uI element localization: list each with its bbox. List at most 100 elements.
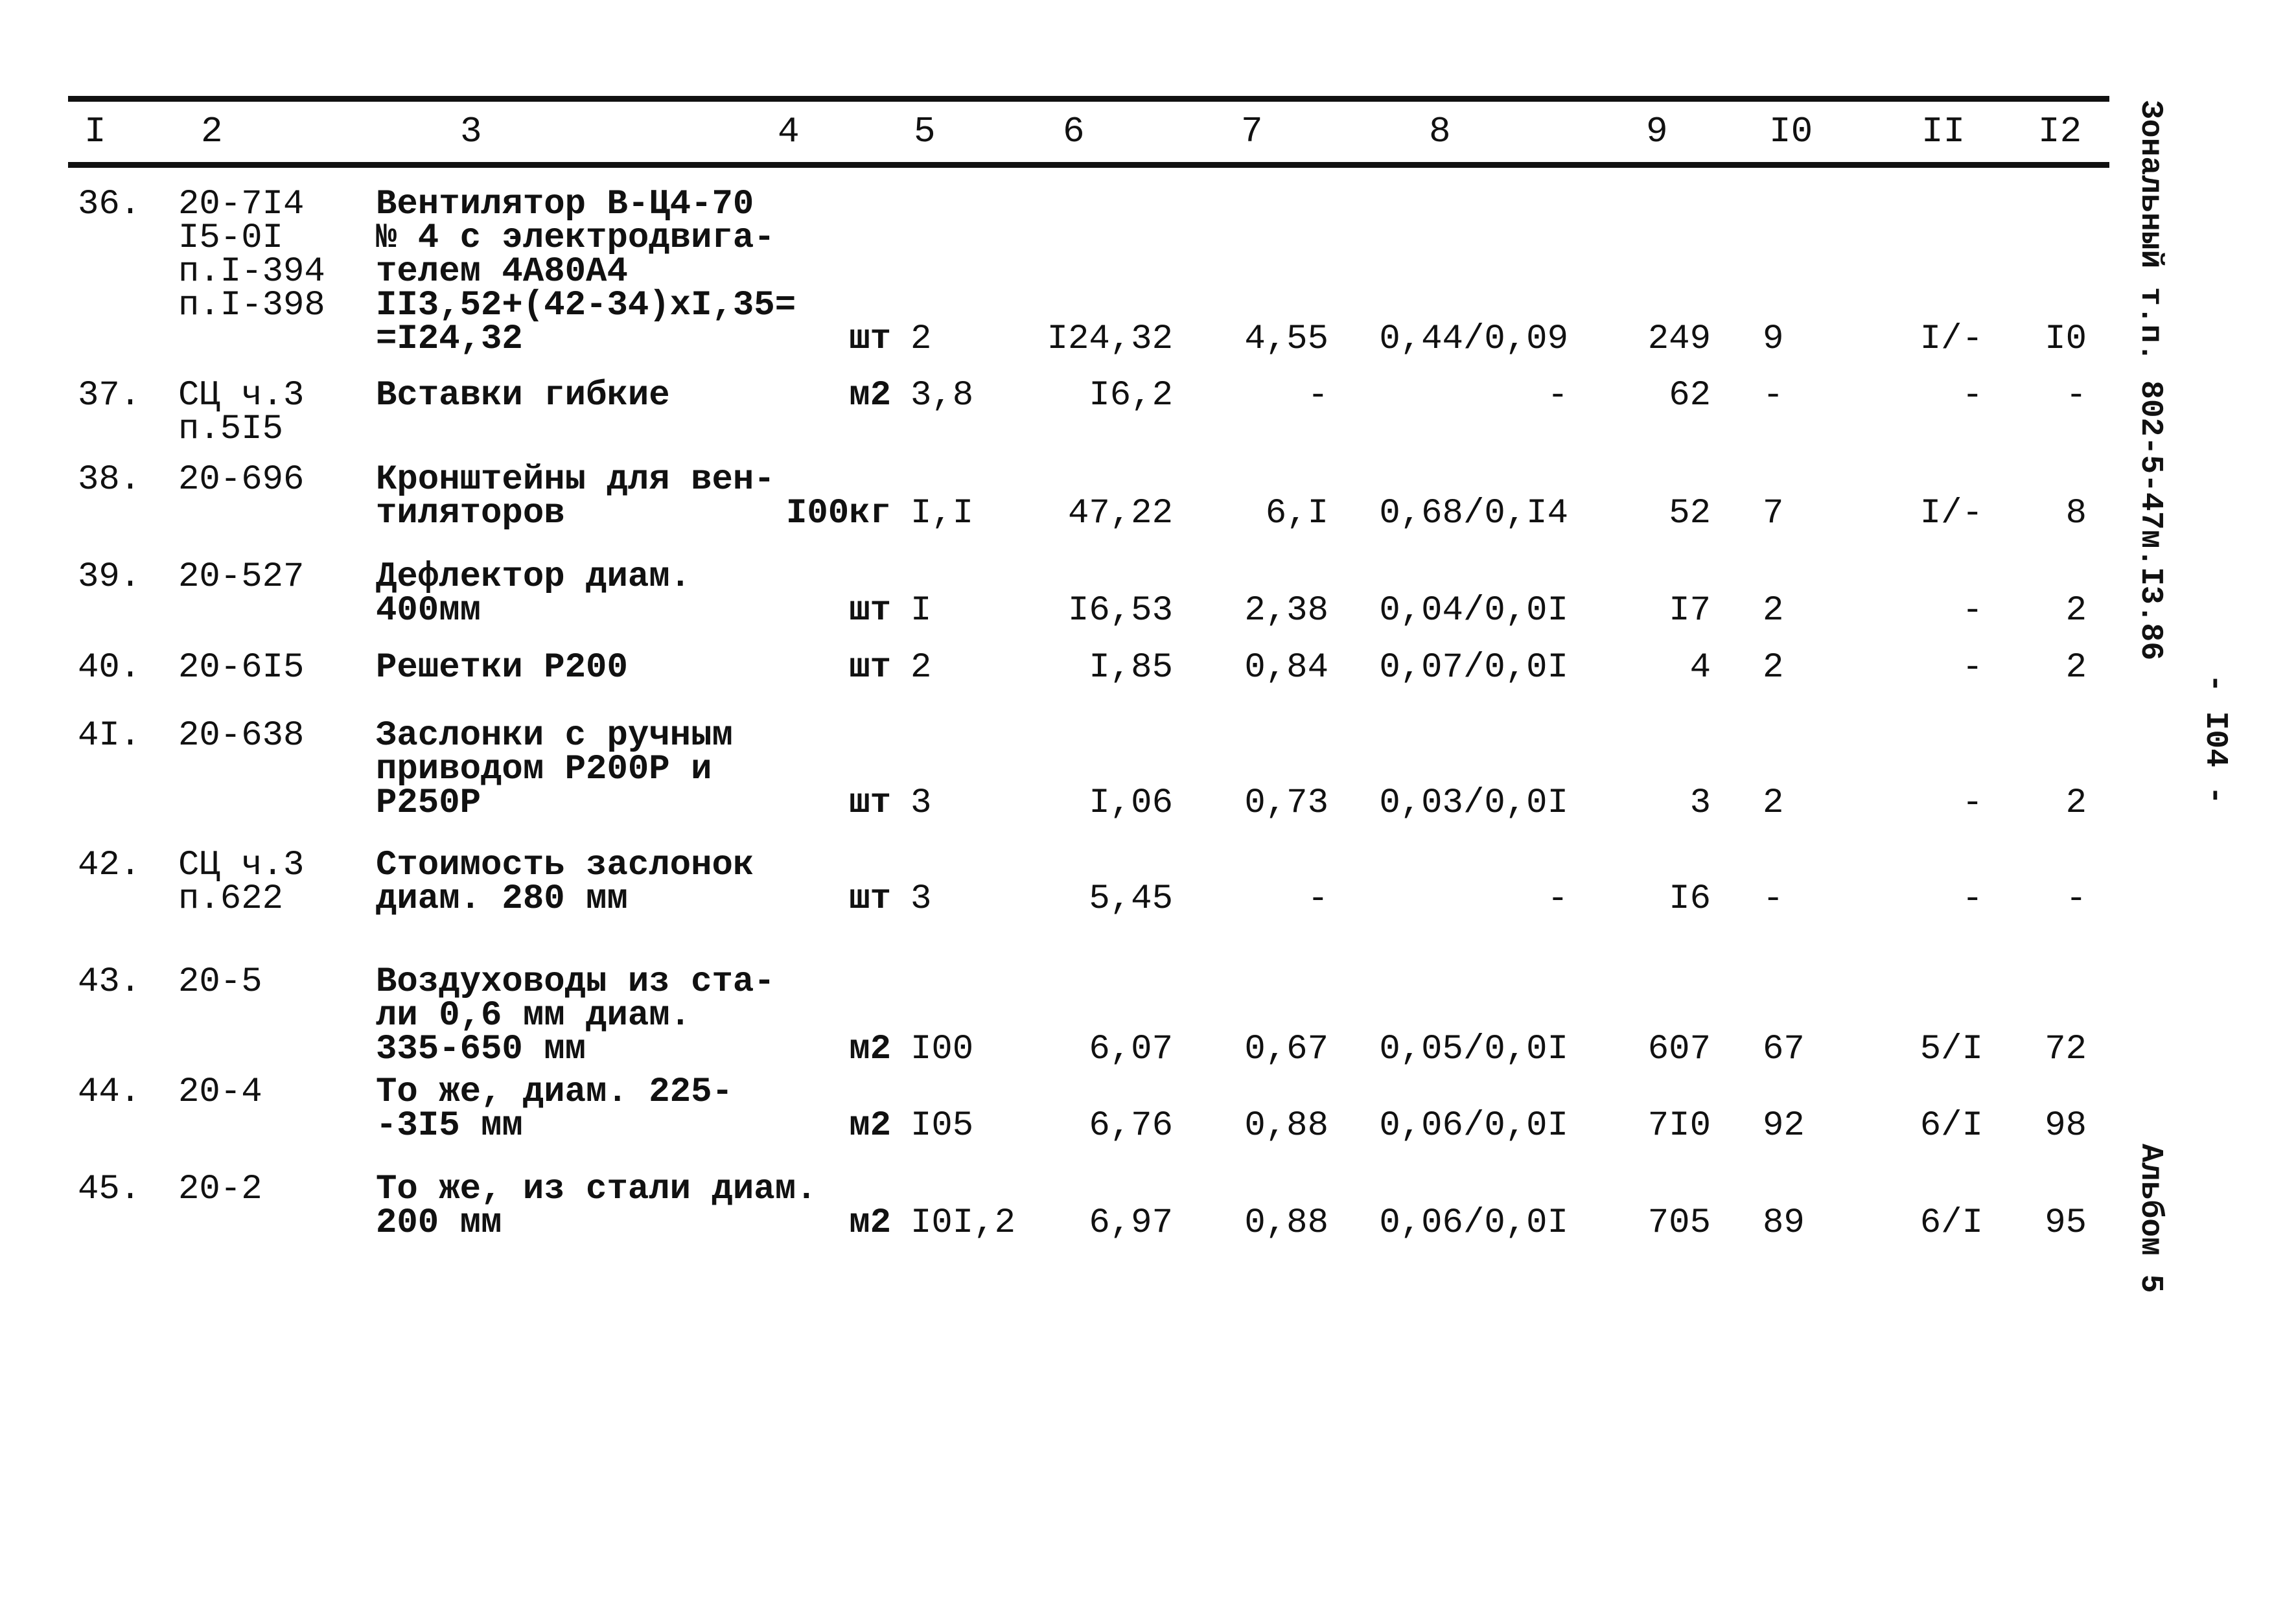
column-header: I2 <box>2038 111 2082 152</box>
norm-code: 20-7I4 I5-0I п.I-394 п.I-398 <box>178 185 325 325</box>
col-12: 2 <box>2065 783 2087 823</box>
item-description: Вставки гибкие <box>376 376 670 415</box>
column-header: I0 <box>1769 111 1813 152</box>
total-cost: 705 <box>1647 1203 1711 1243</box>
unit-cost: 6,97 <box>1089 1203 1173 1243</box>
norm-code: 20-696 <box>178 460 305 500</box>
unit: шт <box>849 783 891 823</box>
total-cost: 607 <box>1647 1030 1711 1069</box>
machine-cost: 0,05/0,0I <box>1379 1030 1568 1069</box>
total-cost: 52 <box>1669 494 1711 533</box>
row-number: 44. <box>78 1072 141 1112</box>
col-12: 2 <box>2065 648 2087 688</box>
total-machine: 5/I <box>1919 1030 1983 1069</box>
total-wages: 7 <box>1763 494 1784 533</box>
unit-cost: 5,45 <box>1089 879 1173 919</box>
document-page: I 2 3 4 5 6 7 8 9 I0 II I2 36. 20-7I4 I5-0I п.I-394 … <box>0 0 2296 1607</box>
unit: м2 <box>849 1203 891 1243</box>
col-12: I0 <box>2045 319 2087 359</box>
unit-cost: I24,32 <box>1047 319 1173 359</box>
unit-cost: 6,07 <box>1089 1030 1173 1069</box>
item-description: Решетки Р200 <box>376 648 628 688</box>
col-12: - <box>2065 879 2087 919</box>
norm-code: 20-4 <box>178 1072 262 1112</box>
header-bottom-rule <box>68 162 2109 168</box>
norm-code: 20-6I5 <box>178 648 305 688</box>
column-header: 2 <box>201 111 223 152</box>
unit: м2 <box>849 1106 891 1146</box>
wages: 0,67 <box>1244 1030 1328 1069</box>
machine-cost: 0,06/0,0I <box>1379 1106 1568 1146</box>
row-number: 45. <box>78 1170 141 1209</box>
total-cost: 3 <box>1689 783 1711 823</box>
column-header: 8 <box>1429 111 1451 152</box>
total-machine: - <box>1962 783 1983 823</box>
column-header: 3 <box>460 111 482 152</box>
norm-code: 20-5 <box>178 962 262 1002</box>
col-12: 98 <box>2045 1106 2087 1146</box>
total-machine: - <box>1962 591 1983 630</box>
total-machine: - <box>1962 376 1983 415</box>
item-description: Стоимость заслонок диам. 280 мм <box>376 846 754 919</box>
machine-cost: 0,44/0,09 <box>1379 319 1568 359</box>
total-wages: 2 <box>1763 783 1784 823</box>
total-wages: - <box>1763 376 1784 415</box>
row-number: 4I. <box>78 716 141 756</box>
wages: 4,55 <box>1244 319 1328 359</box>
column-header: II <box>1921 111 1966 152</box>
row-number: 40. <box>78 648 141 688</box>
total-cost: I7 <box>1669 591 1711 630</box>
norm-code: СЦ ч.3 п.622 <box>178 846 305 919</box>
total-cost: 4 <box>1689 648 1711 688</box>
row-number: 36. <box>78 185 141 224</box>
total-machine: I/- <box>1919 319 1983 359</box>
total-wages: 92 <box>1763 1106 1805 1146</box>
column-header: 4 <box>778 111 800 152</box>
album-label: Альбом 5 <box>2133 1144 2168 1293</box>
total-cost: 249 <box>1647 319 1711 359</box>
total-machine: 6/I <box>1919 1203 1983 1243</box>
wages: 0,73 <box>1244 783 1328 823</box>
unit: I00кг <box>785 494 891 533</box>
total-cost: I6 <box>1669 879 1711 919</box>
unit-cost: I6,2 <box>1089 376 1173 415</box>
wages: 0,88 <box>1244 1106 1328 1146</box>
unit-cost: 47,22 <box>1067 494 1173 533</box>
col-12: 95 <box>2045 1203 2087 1243</box>
total-wages: 9 <box>1763 319 1784 359</box>
total-wages: - <box>1763 879 1784 919</box>
col-12: - <box>2065 376 2087 415</box>
item-description: Кронштейны для вен- тиляторов <box>376 460 775 533</box>
row-number: 43. <box>78 962 141 1002</box>
total-machine: 6/I <box>1919 1106 1983 1146</box>
wages: 2,38 <box>1244 591 1328 630</box>
unit: шт <box>849 591 891 630</box>
unit-cost: I,85 <box>1089 648 1173 688</box>
col-12: 2 <box>2065 591 2087 630</box>
machine-cost: 0,07/0,0I <box>1379 648 1568 688</box>
document-code: Зональный т.п. 802-5-47м.I3.86 <box>2133 100 2168 661</box>
item-description: То же, из стали диам. 200 мм <box>376 1170 817 1243</box>
column-header: 7 <box>1241 111 1263 152</box>
norm-code: СЦ ч.3 п.5I5 <box>178 376 305 449</box>
machine-cost: 0,68/0,I4 <box>1379 494 1568 533</box>
unit-cost: I6,53 <box>1067 591 1173 630</box>
header-top-rule <box>68 96 2109 102</box>
row-number: 38. <box>78 460 141 500</box>
machine-cost: - <box>1547 879 1568 919</box>
item-description: Воздуховоды из ста- ли 0,6 мм диам. 335-… <box>376 962 775 1069</box>
total-wages: 2 <box>1763 591 1784 630</box>
col-12: 8 <box>2065 494 2087 533</box>
unit-cost: I,06 <box>1089 783 1173 823</box>
norm-code: 20-2 <box>178 1170 262 1209</box>
unit: м2 <box>849 376 891 415</box>
machine-cost: 0,03/0,0I <box>1379 783 1568 823</box>
row-number: 39. <box>78 557 141 597</box>
wages: 0,88 <box>1244 1203 1328 1243</box>
column-header: I <box>84 111 106 152</box>
column-header: 6 <box>1063 111 1085 152</box>
norm-code: 20-638 <box>178 716 305 756</box>
row-number: 42. <box>78 846 141 885</box>
unit-cost: 6,76 <box>1089 1106 1173 1146</box>
total-wages: 67 <box>1763 1030 1805 1069</box>
